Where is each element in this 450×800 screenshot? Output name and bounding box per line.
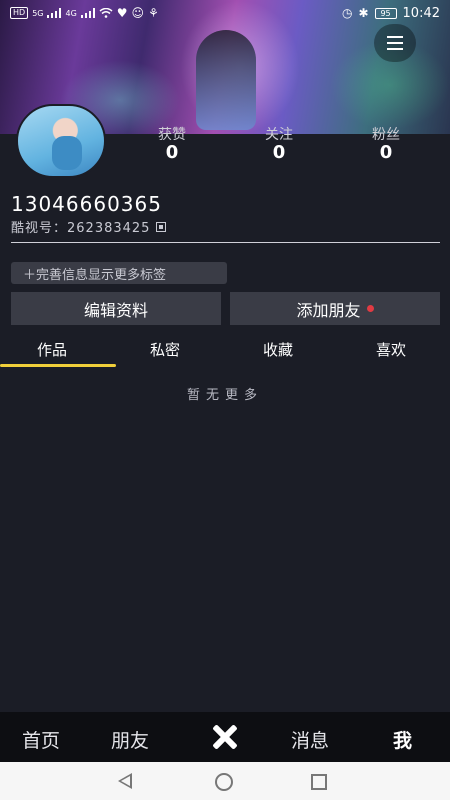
- network-label: 5G: [32, 8, 44, 18]
- complete-profile-tag-button[interactable]: ＋完善信息显示更多标签: [11, 262, 227, 284]
- user-id-prefix: 酷视号：: [11, 221, 68, 236]
- hamburger-icon: [387, 48, 403, 50]
- empty-state-text: 暂无更多: [186, 388, 263, 403]
- tab-likes[interactable]: 喜欢: [376, 339, 406, 360]
- signal-icon: [47, 8, 62, 18]
- back-icon[interactable]: [118, 773, 132, 789]
- profile-tabs: 作品 私密 收藏 喜欢: [0, 333, 450, 367]
- add-friend-button[interactable]: 添加朋友: [230, 292, 440, 325]
- nav-friends[interactable]: 朋友: [111, 726, 149, 753]
- hd-chip: HD: [10, 7, 29, 19]
- bluetooth-icon: ✱: [358, 6, 369, 20]
- stat-label: 粉丝: [372, 127, 400, 140]
- nav-messages[interactable]: 消息: [291, 726, 329, 753]
- user-id: 酷视号：262383425: [11, 217, 167, 236]
- edit-profile-button[interactable]: 编辑资料: [11, 292, 221, 325]
- create-close-icon[interactable]: [211, 723, 239, 751]
- alarm-icon: ◷: [341, 6, 353, 20]
- bottom-navigation: 首页 朋友 消息 我: [0, 712, 450, 762]
- tab-favorites[interactable]: 收藏: [263, 339, 293, 360]
- qr-code-icon[interactable]: [156, 221, 167, 232]
- heart-icon: ♥: [116, 6, 128, 20]
- username: 13046660365: [11, 192, 162, 216]
- stat-value: 0: [379, 142, 393, 163]
- user-id-label: 酷视号：262383425: [11, 217, 150, 236]
- active-tab-indicator: [0, 364, 116, 367]
- stat-likes[interactable]: 获赞 0: [142, 124, 202, 163]
- recent-apps-icon[interactable]: [311, 774, 327, 790]
- network-label: 4G: [65, 8, 77, 18]
- wifi-icon: [99, 8, 113, 18]
- battery-icon: 95: [374, 7, 397, 19]
- nav-home[interactable]: 首页: [22, 726, 60, 753]
- signal-icon: [80, 8, 95, 18]
- system-navigation-bar: [0, 762, 450, 800]
- edit-profile-label: 编辑资料: [83, 300, 148, 320]
- app-notification-icon: ☺: [131, 6, 145, 20]
- add-friend-label: 添加朋友: [296, 300, 361, 320]
- stat-label: 关注: [265, 127, 293, 140]
- tab-private[interactable]: 私密: [150, 339, 180, 360]
- user-id-value: 262383425: [67, 221, 151, 236]
- stat-followers[interactable]: 粉丝 0: [356, 124, 416, 163]
- home-icon[interactable]: [215, 773, 233, 791]
- avatar[interactable]: [16, 104, 106, 178]
- hamburger-icon: [387, 42, 403, 44]
- tab-works[interactable]: 作品: [37, 339, 67, 360]
- stat-following[interactable]: 关注 0: [249, 124, 309, 163]
- divider: [11, 242, 440, 243]
- banner-figure: [196, 30, 256, 130]
- avatar-figure: [52, 136, 82, 170]
- status-time: 10:42: [402, 5, 440, 21]
- status-bar: HD 5G 4G ♥ ☺ ⚘ ◷ ✱ 95 10:42: [0, 0, 450, 26]
- app-notification-icon: ⚘: [148, 6, 159, 20]
- menu-button[interactable]: [374, 24, 416, 62]
- hamburger-icon: [387, 36, 403, 38]
- stat-value: 0: [165, 142, 179, 163]
- notification-dot: [366, 305, 374, 312]
- nav-me[interactable]: 我: [393, 726, 412, 753]
- stat-label: 获赞: [158, 127, 186, 140]
- stat-value: 0: [272, 142, 286, 163]
